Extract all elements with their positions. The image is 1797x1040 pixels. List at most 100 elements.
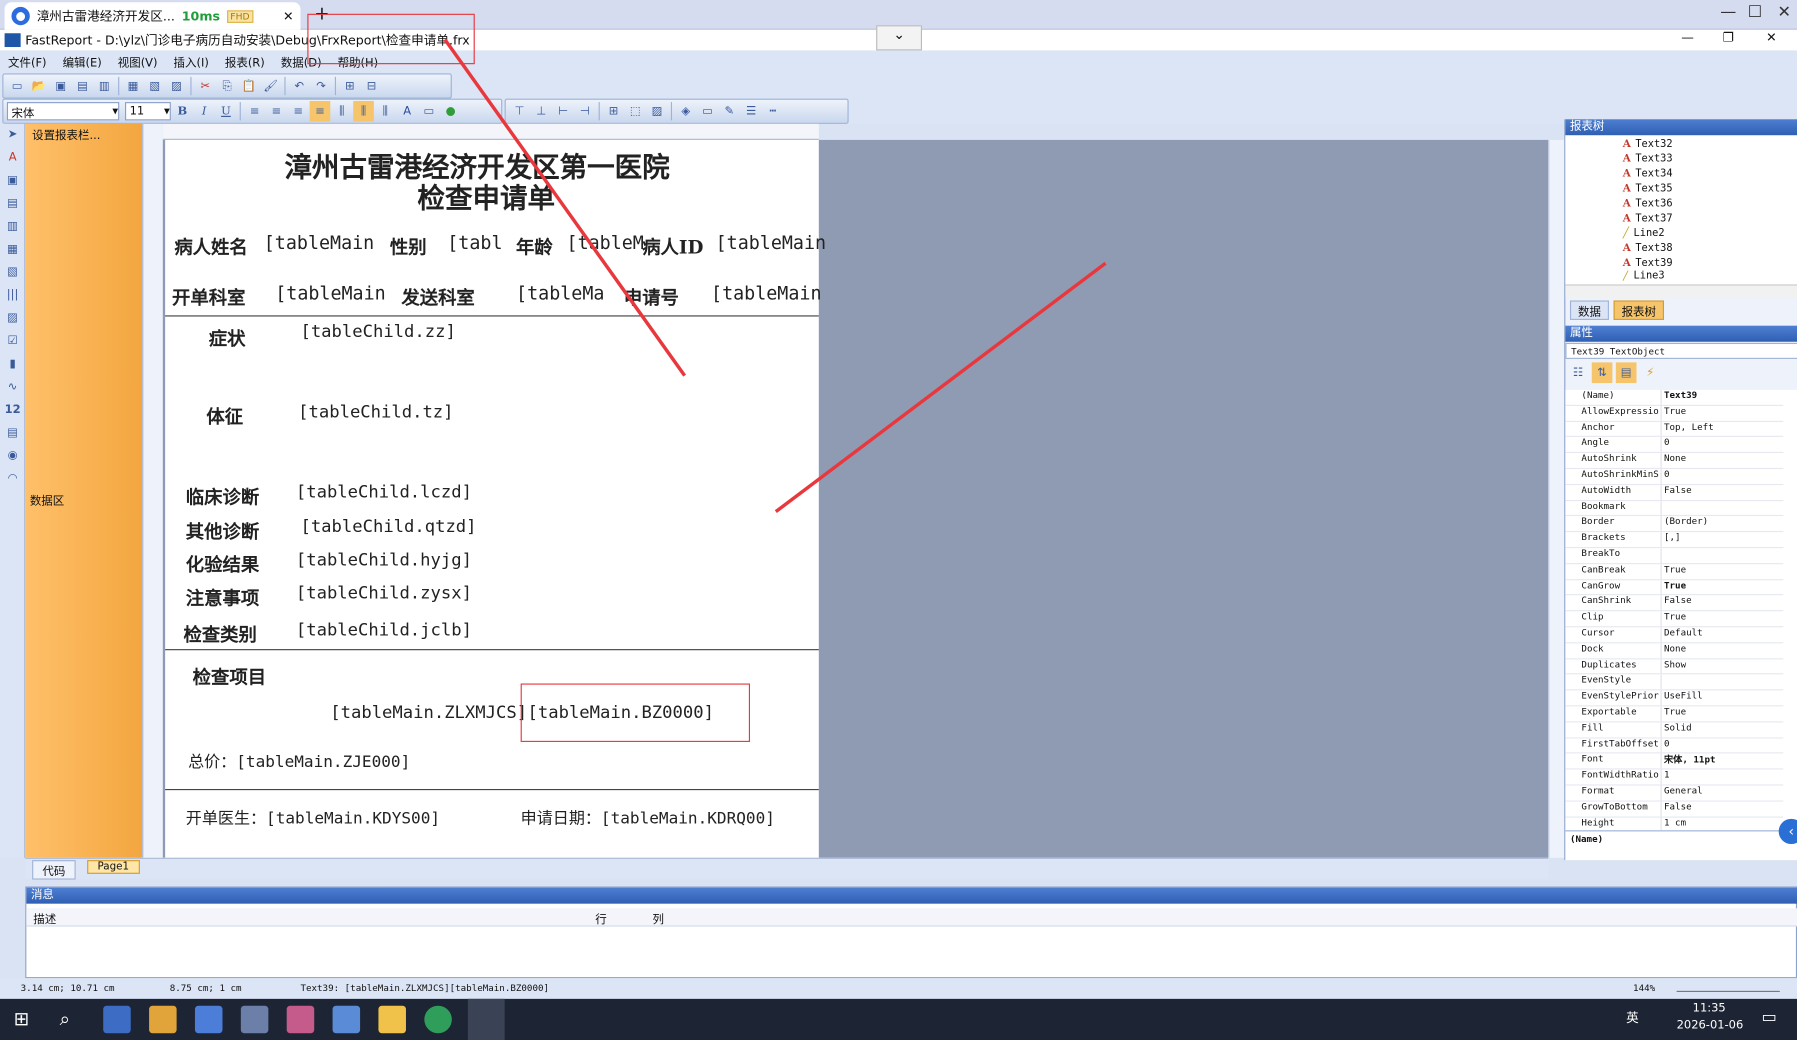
property-row[interactable]: Cursor Default: [1565, 627, 1784, 644]
property-value[interactable]: None: [1662, 453, 1686, 468]
property-value[interactable]: 宋体, 11pt: [1662, 754, 1715, 769]
minimize-icon[interactable]: —: [1720, 3, 1736, 21]
matrix-icon[interactable]: ▧: [3, 266, 21, 284]
property-value[interactable]: Show: [1662, 659, 1686, 674]
checkbox-icon[interactable]: ☑: [3, 335, 21, 353]
app-restore-icon[interactable]: ❐: [1722, 30, 1733, 45]
tree-hscroll[interactable]: [1565, 284, 1797, 299]
field-gender[interactable]: [tabl: [447, 232, 502, 254]
label-exam-type[interactable]: 检查类别: [183, 619, 256, 647]
band-report-title[interactable]: 设置报表栏...: [32, 125, 100, 143]
property-row[interactable]: FontWidthRatio 1: [1565, 769, 1784, 786]
copy-icon[interactable]: ⎘: [217, 76, 238, 97]
group-icon[interactable]: ⊞: [339, 76, 360, 97]
page-new-icon[interactable]: ▦: [123, 76, 144, 97]
valign-bottom-icon[interactable]: ⫼: [375, 101, 396, 122]
label-gender[interactable]: 性别: [390, 232, 427, 260]
property-value[interactable]: [1662, 675, 1664, 690]
tree-item[interactable]: A Text34: [1623, 169, 1673, 180]
network-icon[interactable]: [240, 1005, 269, 1034]
label-lab-result[interactable]: 化验结果: [186, 549, 259, 577]
property-value[interactable]: True: [1662, 580, 1686, 595]
property-row[interactable]: Fill Solid: [1565, 722, 1784, 739]
rotate-icon[interactable]: ●: [440, 101, 461, 122]
close-window-icon[interactable]: ✕: [1778, 3, 1791, 21]
property-value[interactable]: None: [1662, 643, 1686, 658]
field-apply-date[interactable]: 申请日期：[tableMain.KDRQ00]: [521, 806, 775, 829]
border-top-icon[interactable]: ⊤: [509, 101, 530, 122]
property-row[interactable]: GrowToBottom False: [1565, 801, 1784, 818]
menu-report[interactable]: 报表(R): [217, 52, 273, 70]
border-none-icon[interactable]: ⬚: [625, 101, 646, 122]
property-value[interactable]: True: [1662, 611, 1686, 626]
field-other-dx[interactable]: [tableChild.qtzd]: [300, 516, 476, 537]
field-patient-name[interactable]: [tableMain: [264, 232, 374, 254]
label-send-dept[interactable]: 发送科室: [401, 282, 474, 310]
barcode-icon[interactable]: |||: [3, 289, 21, 307]
frame-icon[interactable]: ▭: [697, 101, 718, 122]
app-icon[interactable]: [332, 1005, 361, 1034]
subreport-icon[interactable]: ▥: [3, 220, 21, 238]
property-row[interactable]: Dock None: [1565, 643, 1784, 659]
col-description[interactable]: 描述: [33, 909, 56, 927]
tree-item[interactable]: A Text39: [1623, 258, 1673, 269]
sql-icon[interactable]: [149, 1005, 177, 1034]
property-row[interactable]: Border (Border): [1565, 516, 1784, 533]
field-signs[interactable]: [tableChild.tz]: [298, 401, 453, 422]
map-icon[interactable]: ◉: [3, 450, 21, 468]
field-lab-result[interactable]: [tableChild.hyjg]: [296, 549, 472, 570]
property-value[interactable]: 0: [1662, 738, 1670, 753]
align-center-icon[interactable]: ≡: [266, 101, 287, 122]
cut-icon[interactable]: ✂: [195, 76, 216, 97]
underline-icon[interactable]: U: [216, 101, 237, 122]
sparkline-icon[interactable]: ∿: [3, 381, 21, 399]
italic-icon[interactable]: I: [194, 101, 215, 122]
notification-icon[interactable]: ▭: [1761, 1008, 1776, 1026]
report-tree[interactable]: A Text32 A Text33 A Text34 A Text35 A Text36 …: [1565, 135, 1797, 285]
property-value[interactable]: False: [1662, 801, 1692, 816]
save-all-icon[interactable]: ▤: [72, 76, 93, 97]
zip-icon[interactable]: ▤: [3, 427, 21, 445]
property-row[interactable]: AutoWidth False: [1565, 484, 1784, 501]
property-row[interactable]: Font 宋体, 11pt: [1565, 753, 1784, 770]
remote-desktop-icon[interactable]: [103, 1005, 131, 1034]
highlight-icon[interactable]: ▭: [419, 101, 440, 122]
field-symptom[interactable]: [tableChild.zz]: [300, 321, 455, 342]
label-other-dx[interactable]: 其他诊断: [186, 516, 259, 544]
line-style-icon[interactable]: ┅: [763, 101, 784, 122]
app-icon[interactable]: [194, 1005, 223, 1034]
new-icon[interactable]: ▭: [7, 76, 28, 97]
tab-code[interactable]: 代码: [32, 860, 76, 880]
field-dept[interactable]: [tableMain: [275, 282, 385, 304]
fastreport-task-icon[interactable]: [467, 998, 505, 1040]
valign-middle-icon[interactable]: ⫼: [353, 100, 374, 122]
property-value[interactable]: Solid: [1662, 722, 1692, 737]
app-icon[interactable]: [286, 1005, 315, 1034]
text-object-icon[interactable]: A: [3, 151, 21, 169]
property-row[interactable]: Anchor Top, Left: [1565, 421, 1784, 438]
field-exam-type[interactable]: [tableChild.jclb]: [296, 619, 472, 640]
redo-icon[interactable]: ↷: [311, 76, 332, 97]
font-family-select[interactable]: 宋体 ▾: [6, 102, 120, 121]
save-icon[interactable]: ▣: [50, 76, 71, 97]
property-grid[interactable]: (Name) Text39 AllowExpressio True Anchor Top,…: [1565, 389, 1797, 834]
undo-icon[interactable]: ↶: [289, 76, 310, 97]
sort-az-icon[interactable]: ⇅: [1591, 362, 1613, 384]
field-send-dept[interactable]: [tableMa: [516, 282, 604, 304]
border-right-icon[interactable]: ⊣: [575, 101, 596, 122]
label-clinical-dx[interactable]: 临床诊断: [186, 482, 259, 510]
property-row[interactable]: (Name) Text39: [1565, 389, 1784, 406]
menu-edit[interactable]: 编辑(E): [55, 52, 110, 70]
property-row[interactable]: EvenStyle: [1565, 674, 1784, 691]
justify-icon[interactable]: ≡: [309, 100, 331, 122]
ime-indicator[interactable]: 英: [1626, 1008, 1639, 1026]
field-total[interactable]: 总价：[tableMain.ZJE000]: [188, 750, 410, 773]
property-value[interactable]: (Border): [1662, 517, 1708, 532]
property-row[interactable]: CanShrink False: [1565, 595, 1784, 612]
tree-item[interactable]: A Text32: [1623, 139, 1673, 150]
border-shadow-icon[interactable]: ▨: [647, 101, 668, 122]
tab-report-tree[interactable]: 报表树: [1613, 300, 1665, 320]
tree-item[interactable]: A Text36: [1623, 198, 1673, 209]
band-data[interactable]: 数据区: [30, 491, 64, 508]
tab-data[interactable]: 数据: [1569, 300, 1609, 320]
